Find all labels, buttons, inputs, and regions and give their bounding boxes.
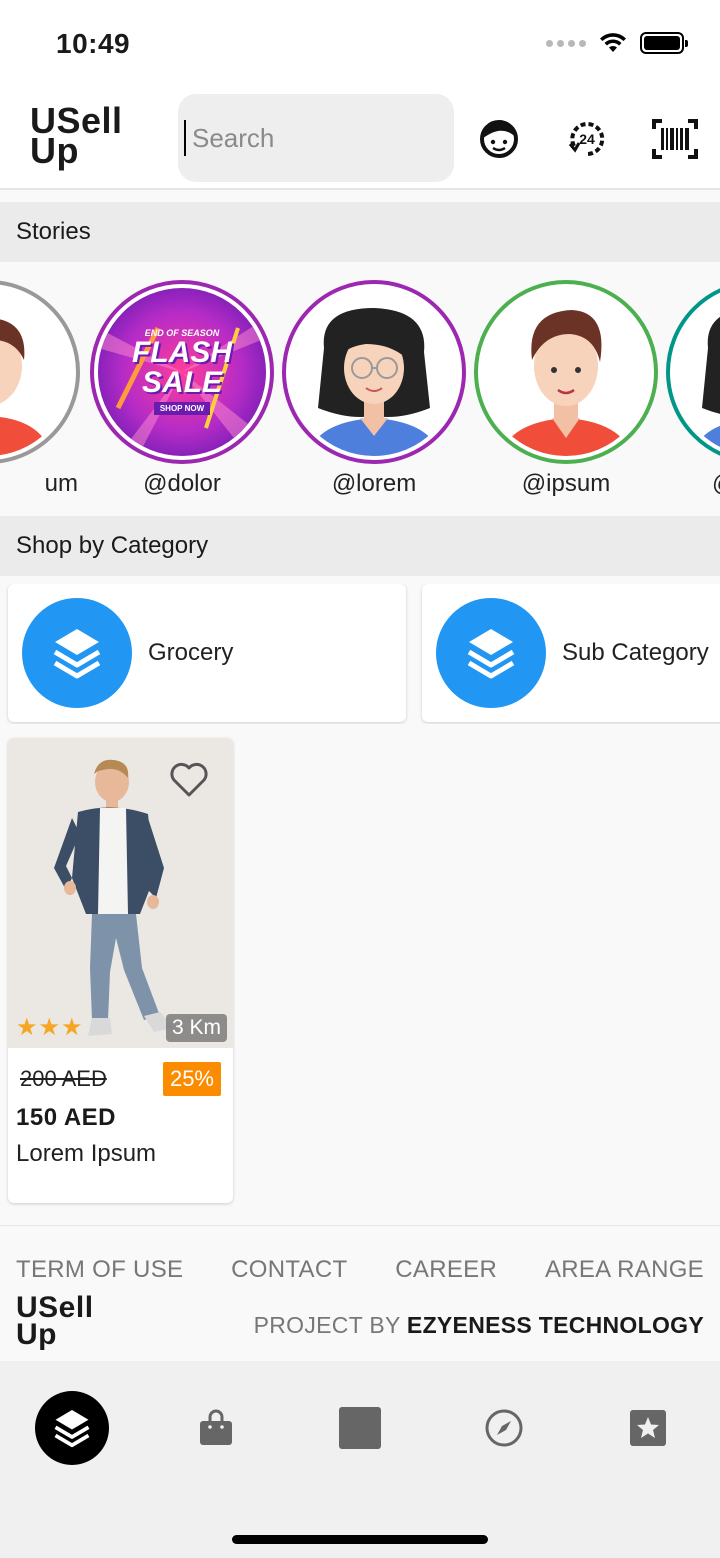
footer-link-area-range[interactable]: AREA RANGE [545, 1256, 704, 1284]
distance-badge: 3 Km [165, 1014, 227, 1042]
product-name: Lorem Ipsum [16, 1140, 157, 1167]
category-card-grocery[interactable]: Grocery [8, 584, 406, 722]
nav-compass-icon[interactable] [467, 1391, 541, 1465]
story-handle: um [44, 470, 78, 497]
24-hours-icon[interactable]: 24 [564, 116, 610, 162]
credit-company[interactable]: EZYENESS TECHNOLOGY [407, 1312, 704, 1338]
story-handle: @ipsum [521, 470, 611, 497]
footer-credit: PROJECT BY EZYENESS TECHNOLOGY [254, 1312, 704, 1339]
text-caret [184, 120, 186, 156]
footer-links: TERM OF USE CONTACT CAREER AREA RANGE [16, 1256, 704, 1284]
svg-text:24: 24 [579, 131, 595, 147]
story-avatar-ring [0, 280, 80, 464]
male-avatar-image [482, 288, 650, 456]
promo-cta: SHOP NOW [153, 402, 211, 415]
old-price: 200 AED [20, 1066, 107, 1091]
favorite-heart-icon[interactable] [169, 762, 209, 803]
app-logo[interactable]: USell Up [30, 103, 123, 169]
new-price: 150 AED [16, 1104, 116, 1131]
layers-icon [436, 598, 546, 708]
battery-icon [640, 32, 688, 54]
discount-badge: 25% [162, 1062, 221, 1096]
female-avatar-image [674, 288, 720, 456]
footer-logo-line2: Up [16, 1318, 57, 1351]
story-item[interactable]: END OF SEASON FLASH SALE SHOP NOW @dolor [90, 280, 274, 498]
credit-prefix: PROJECT BY [253, 1312, 401, 1338]
layers-icon [22, 598, 132, 708]
product-card[interactable]: ★★★ 3 Km 200 AED 25% 150 AED Lorem Ipsum [8, 738, 233, 1203]
rating-stars: ★★★ [16, 1014, 84, 1041]
nav-shopping-bag-icon[interactable] [179, 1391, 253, 1465]
status-bar: 10:49 [0, 0, 720, 90]
story-avatar-ring [666, 280, 720, 464]
barcode-scanner-icon[interactable] [652, 116, 698, 162]
nav-star-box-icon[interactable] [611, 1391, 685, 1465]
nav-square-icon[interactable] [323, 1391, 397, 1465]
cellular-signal-icon [546, 39, 586, 47]
story-item[interactable]: um [0, 280, 80, 498]
stories-section-title: Stories [0, 202, 720, 262]
status-time: 10:49 [56, 28, 131, 59]
category-label: Sub Category [562, 639, 709, 666]
support-agent-icon[interactable] [476, 116, 522, 162]
story-handle: @ [666, 470, 720, 498]
nav-home-layers-icon[interactable] [35, 1391, 109, 1465]
wifi-icon [600, 33, 626, 52]
story-handle: @dolor [143, 470, 221, 497]
story-item[interactable]: @ipsum [474, 280, 658, 498]
product-image: ★★★ 3 Km [8, 738, 233, 1048]
search-placeholder: Search [192, 122, 275, 153]
footer-logo-line1: USell [16, 1291, 94, 1324]
footer-link-career[interactable]: CAREER [395, 1256, 497, 1284]
app-header: USell Up Search 24 [0, 90, 720, 190]
story-avatar-ring [474, 280, 658, 464]
female-avatar-image [290, 288, 458, 456]
footer-link-contact[interactable]: CONTACT [231, 1256, 347, 1284]
story-handle: @lorem [331, 470, 417, 497]
footer: TERM OF USE CONTACT CAREER AREA RANGE US… [0, 1225, 720, 1361]
flash-sale-promo-image: END OF SEASON FLASH SALE SHOP NOW [98, 288, 266, 456]
category-carousel[interactable]: Grocery Sub Category [0, 584, 720, 724]
story-item[interactable]: @lorem [282, 280, 466, 498]
bottom-nav [0, 1361, 720, 1558]
promo-title: FLASH SALE [132, 336, 232, 399]
stories-carousel[interactable]: um END OF SEASON FLASH SALE SHOP NOW @do… [0, 262, 720, 514]
category-card-sub-category[interactable]: Sub Category [422, 584, 720, 722]
story-item[interactable]: @ [666, 280, 720, 498]
category-label: Grocery [148, 639, 234, 666]
status-icons [546, 32, 688, 54]
search-input[interactable]: Search [178, 94, 454, 182]
category-section-title: Shop by Category [0, 516, 720, 576]
footer-logo: USell Up [16, 1291, 94, 1351]
male-avatar-image [0, 288, 72, 456]
footer-link-terms[interactable]: TERM OF USE [16, 1256, 183, 1284]
story-avatar-ring [282, 280, 466, 464]
story-avatar-ring: END OF SEASON FLASH SALE SHOP NOW [90, 280, 274, 464]
home-indicator [232, 1535, 488, 1544]
